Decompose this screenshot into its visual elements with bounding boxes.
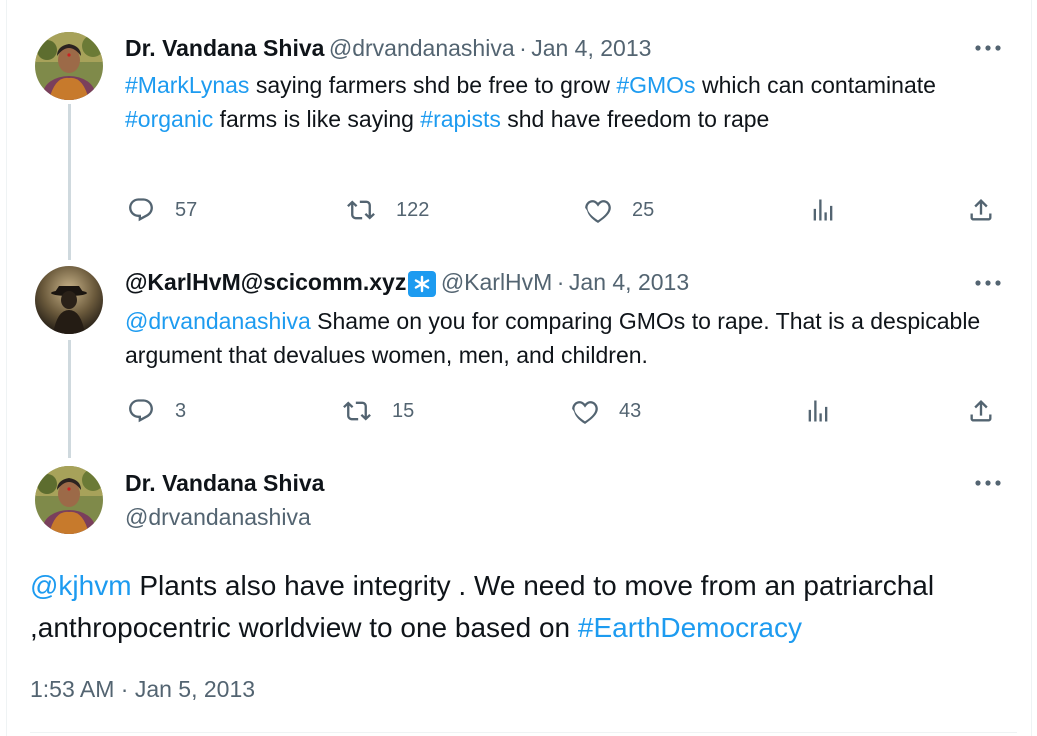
more-options-button[interactable] [972,36,1004,60]
separator-dot: · [519,35,527,61]
more-options-button[interactable] [972,471,1004,495]
divider [30,732,1017,733]
retweet-button[interactable]: 15 [342,397,414,425]
mention-link[interactable]: @drvandanashiva [125,308,311,334]
more-icon [975,480,1001,486]
reply-icon [129,198,153,222]
views-button[interactable] [804,397,832,425]
avatar-image [35,466,103,534]
author-handle[interactable]: @drvandanashiva [329,35,515,61]
reply-button[interactable]: 3 [127,397,186,425]
hashtag-link[interactable]: #organic [125,106,213,132]
tweet-text-segment: shd have freedom to rape [500,106,770,132]
retweet-icon [343,401,371,421]
views-icon [813,199,833,221]
share-icon [970,400,992,422]
tweet-text-segment: farms is like saying [213,106,421,132]
separator-dot: · [556,269,565,295]
tweet-text: @kjhvm Plants also have integrity . We n… [30,565,1010,649]
retweet-count: 15 [392,399,415,422]
heart-icon [585,200,611,223]
tweet-header: Dr. Vandana Shiva @drvandanashiva · Jan … [125,34,651,66]
avatar[interactable] [35,466,103,534]
like-button[interactable]: 43 [571,397,641,425]
thread-line [68,340,71,458]
hashtag-link[interactable]: #MarkLynas [125,72,249,98]
like-count: 43 [619,399,642,422]
avatar[interactable] [35,32,103,100]
avatar[interactable] [35,266,103,334]
reply-count: 3 [175,399,187,422]
author-handle[interactable]: @drvandanashiva [125,503,311,531]
tweet-timestamp[interactable]: 1:53 AM · Jan 5, 2013 [30,676,255,703]
views-button[interactable] [809,196,837,224]
share-button[interactable] [967,196,995,224]
tweet-text: @drvandanashiva Shame on you for compari… [125,304,985,372]
tweet-text-segment: saying farmers shd be free to grow [249,72,617,98]
heart-icon [572,401,598,424]
views-icon [808,400,828,422]
thread-line [68,104,71,260]
tweet-text-segment: which can contaminate [695,72,936,98]
author-name[interactable]: Dr. Vandana Shiva [125,35,324,61]
hashtag-link[interactable]: #rapists [420,106,501,132]
reply-icon [129,399,153,423]
more-icon [975,280,1001,286]
hashtag-link[interactable]: #EarthDemocracy [578,612,802,643]
share-button[interactable] [967,397,995,425]
asterisk-icon [408,270,437,297]
tweet-date[interactable]: Jan 4, 2013 [569,269,689,295]
avatar-image [35,32,103,100]
author-handle[interactable]: @KarlHvM [441,269,553,295]
more-options-button[interactable] [972,271,1004,295]
like-count: 25 [632,198,655,221]
retweet-count: 122 [396,198,430,221]
reply-count: 57 [175,198,198,221]
share-icon [970,199,992,221]
author-name[interactable]: @KarlHvM@scicomm.xyz [125,269,406,295]
more-icon [975,45,1001,51]
like-button[interactable]: 25 [584,196,654,224]
retweet-icon [347,200,375,220]
hashtag-link[interactable]: #GMOs [616,72,695,98]
mention-link[interactable]: @kjhvm [30,570,132,601]
tweet-text: #MarkLynas saying farmers shd be free to… [125,68,985,136]
tweet-date[interactable]: Jan 4, 2013 [531,35,651,61]
reply-button[interactable]: 57 [127,196,197,224]
author-name[interactable]: Dr. Vandana Shiva [125,469,324,497]
tweet-header: @KarlHvM@scicomm.xyz @KarlHvM · Jan 4, 2… [125,268,689,300]
retweet-button[interactable]: 122 [346,196,429,224]
avatar-image [35,266,103,334]
